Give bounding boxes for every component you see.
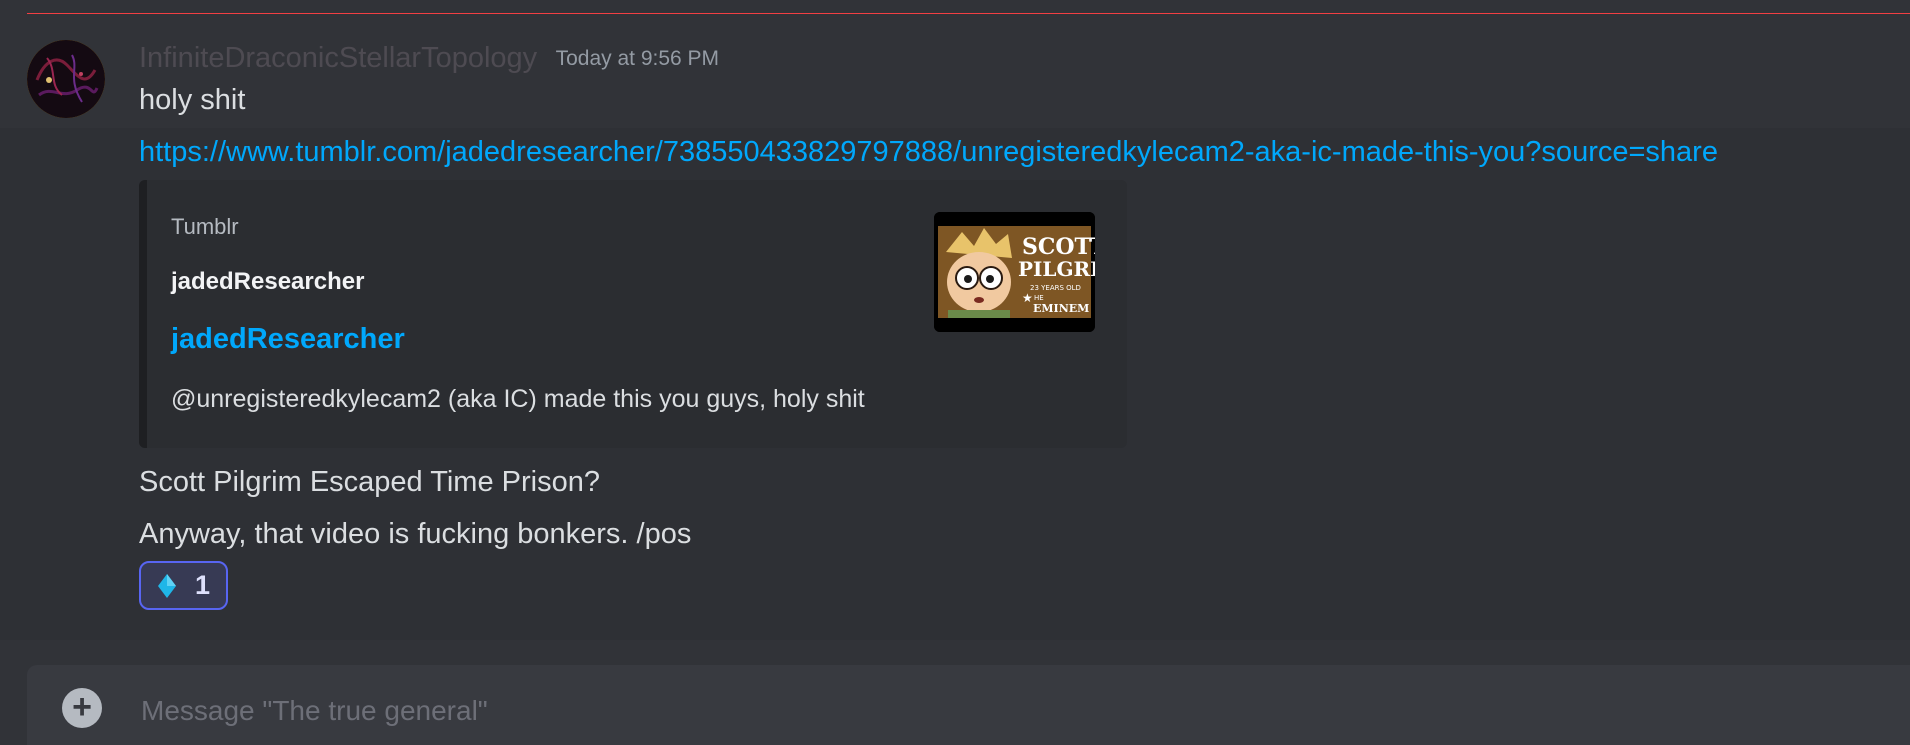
new-messages-divider: [27, 13, 1910, 14]
scott-pilgrim-thumbnail-icon: SCOTT PILGRIM 23 YEARS OLD ★ HE EMINEM: [934, 212, 1095, 332]
message-input[interactable]: [139, 690, 1843, 732]
message-line: Anyway, that video is fucking bonkers. /…: [139, 518, 692, 550]
message-line: holy shit: [139, 84, 246, 116]
tumblr-link[interactable]: https://www.tumblr.com/jadedresearcher/7…: [139, 136, 1718, 168]
svg-text:PILGRIM: PILGRIM: [1018, 257, 1095, 281]
blue-diamond-icon: [157, 573, 177, 599]
message-composer: +: [27, 665, 1910, 745]
svg-text:EMINEM: EMINEM: [1033, 302, 1089, 315]
svg-text:23 YEARS OLD: 23 YEARS OLD: [1030, 284, 1081, 292]
reaction-count: 1: [194, 570, 211, 600]
message-header: InfiniteDraconicStellarTopology Today at…: [139, 42, 719, 75]
link-embed: Tumblr jadedResearcher jadedResearcher @…: [139, 180, 1127, 448]
plus-icon: +: [72, 688, 92, 726]
avatar[interactable]: [27, 40, 105, 118]
embed-author: jadedResearcher: [171, 268, 365, 295]
embed-title-link[interactable]: jadedResearcher: [171, 323, 405, 356]
svg-text:★: ★: [1022, 291, 1033, 305]
svg-text:HE: HE: [1034, 294, 1044, 302]
reaction-button[interactable]: 1: [139, 561, 228, 610]
embed-thumbnail[interactable]: SCOTT PILGRIM 23 YEARS OLD ★ HE EMINEM: [934, 212, 1095, 332]
username[interactable]: InfiniteDraconicStellarTopology: [139, 42, 537, 74]
embed-provider: Tumblr: [171, 214, 239, 239]
message-line: Scott Pilgrim Escaped Time Prison?: [139, 466, 600, 498]
message-link-line: https://www.tumblr.com/jadedresearcher/7…: [139, 136, 1718, 169]
avatar-image: [27, 40, 105, 118]
timestamp[interactable]: Today at 9:56 PM: [556, 47, 719, 70]
embed-accent-bar: [139, 180, 147, 448]
embed-description: @unregisteredkylecam2 (aka IC) made this…: [171, 385, 865, 413]
add-attachment-button[interactable]: +: [62, 688, 102, 728]
